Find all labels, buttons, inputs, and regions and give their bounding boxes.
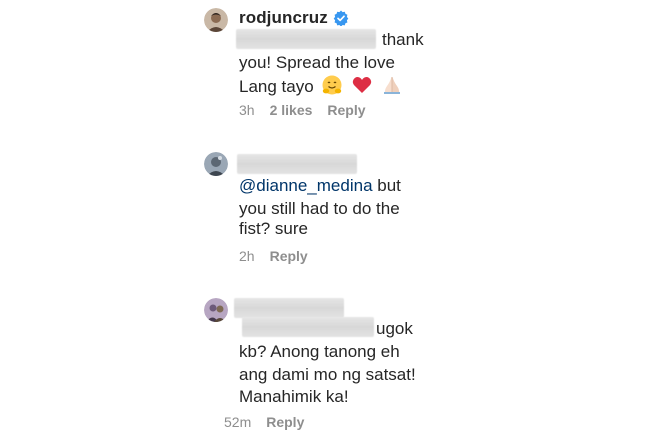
verified-badge-icon [333,10,349,31]
comment-text-line: kb? Anong tanong eh [239,342,400,361]
redacted-mention [236,29,376,49]
comment-text-line: ugok [376,319,413,338]
comment-text-line: fist? sure [239,219,308,238]
comment-2: @dianne_medina but you still had to do t… [204,152,644,272]
timestamp[interactable]: 52m [224,414,251,430]
comment-text-line: @dianne_medina but [239,176,401,195]
redacted-mention [242,317,374,337]
comment-text-line: ang dami mo ng satsat! [239,365,416,384]
likes-count[interactable]: 2 likes [270,102,313,118]
hugging-face-icon [321,74,343,102]
comment-text-line: thank [382,30,424,49]
timestamp[interactable]: 2h [239,248,255,264]
reply-button[interactable]: Reply [327,102,365,118]
avatar[interactable] [204,298,228,322]
comment-text-line: you! Spread the love [239,53,395,72]
comment-meta: 2h Reply [239,248,323,264]
comment-1: rodjuncruz thank you! Spread the love La… [204,6,644,126]
comment-meta: 52m Reply [224,414,319,430]
redacted-username [234,298,344,318]
mention-link[interactable]: @dianne_medina [239,176,373,195]
comment-text-line: Manahimik ka! [239,387,349,406]
username[interactable]: rodjuncruz [239,8,349,31]
avatar[interactable] [204,152,228,176]
folded-hands-icon [381,74,403,102]
reply-button[interactable]: Reply [270,248,308,264]
red-heart-icon [351,74,373,102]
timestamp[interactable]: 3h [239,102,255,118]
redacted-username [237,154,357,174]
avatar[interactable] [204,8,228,32]
comment-meta: 3h 2 likes Reply [239,102,381,118]
comment-3: ugok kb? Anong tanong eh ang dami mo ng … [204,296,644,434]
reply-button[interactable]: Reply [266,414,304,430]
comment-text-line: Lang tayo [239,74,403,102]
